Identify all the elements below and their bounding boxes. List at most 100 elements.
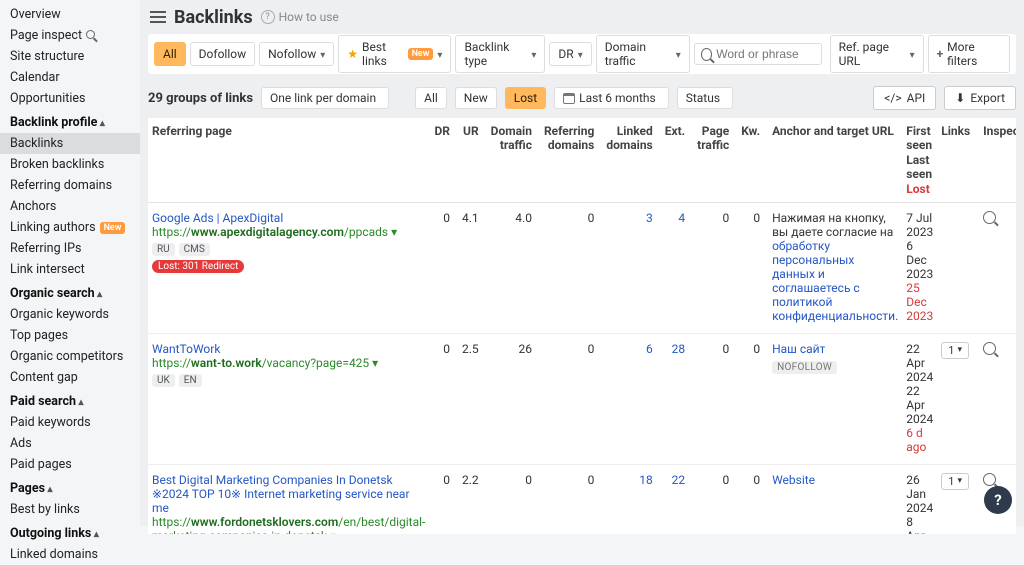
- filters-toolbar: All Dofollow Nofollow ★Best linksNew Bac…: [148, 34, 1016, 74]
- sidebar-item[interactable]: Backlinks: [0, 133, 140, 154]
- count-link[interactable]: 4: [678, 211, 685, 225]
- more-filters[interactable]: +More filters: [928, 35, 1010, 73]
- links-dropdown[interactable]: 1 ▾: [941, 342, 969, 359]
- anchor-text[interactable]: обработку персональных данных и соглашае…: [772, 239, 898, 323]
- col-ur[interactable]: UR: [458, 118, 487, 202]
- sidebar-item[interactable]: Opportunities: [0, 88, 140, 109]
- filter-ref-page-url[interactable]: Ref. page URL: [830, 35, 924, 73]
- ref-page-url[interactable]: https://www.apexdigitalagency.com/ppcads…: [152, 225, 425, 239]
- col-ext[interactable]: Ext.: [661, 118, 693, 202]
- keyword-search[interactable]: [694, 43, 822, 65]
- last-seen: 22 Apr 2024: [906, 384, 933, 426]
- count-link[interactable]: 3: [646, 211, 653, 225]
- sidebar-item[interactable]: Site structure: [0, 46, 140, 67]
- first-seen: 22 Apr 2024: [906, 342, 933, 384]
- page-title: Backlinks: [174, 7, 253, 28]
- col-referring-page[interactable]: Referring page: [148, 118, 429, 202]
- page-header: Backlinks ? How to use: [140, 0, 1024, 34]
- col-anchor[interactable]: Anchor and target URL: [768, 118, 902, 202]
- col-page-traffic[interactable]: Page traffic: [693, 118, 737, 202]
- status-dropdown[interactable]: Status: [677, 87, 733, 109]
- hamburger-icon[interactable]: [150, 11, 166, 23]
- ref-page-title[interactable]: Best Digital Marketing Companies In Done…: [152, 473, 425, 515]
- sidebar-heading[interactable]: Pages: [0, 475, 140, 499]
- sidebar-item[interactable]: Linking authorsNew: [0, 217, 140, 238]
- sidebar-item[interactable]: Organic keywords: [0, 304, 140, 325]
- col-links[interactable]: Links: [937, 118, 979, 202]
- export-button[interactable]: ⬇Export: [944, 86, 1016, 110]
- subtoolbar: 29 groups of links One link per domain A…: [148, 82, 1016, 114]
- sidebar-item[interactable]: Content gap: [0, 367, 140, 388]
- new-badge: New: [100, 222, 126, 234]
- sidebar-item[interactable]: Linked domains: [0, 544, 140, 565]
- first-seen: 7 Jul 2023: [906, 211, 933, 239]
- filter-nofollow[interactable]: Nofollow: [259, 42, 334, 66]
- lost-date: 6 d ago: [906, 426, 933, 454]
- anchor-text[interactable]: Наш сайт: [772, 342, 825, 356]
- lost-reason-tag: Lost: 301 Redirect: [152, 260, 244, 273]
- search-input[interactable]: [716, 47, 814, 61]
- tab-new[interactable]: New: [455, 87, 497, 109]
- col-kw[interactable]: Kw.: [737, 118, 768, 202]
- filter-all[interactable]: All: [154, 42, 186, 66]
- sidebar-heading[interactable]: Outgoing links: [0, 520, 140, 544]
- how-to-use-link[interactable]: ? How to use: [261, 10, 339, 24]
- filter-domain-traffic[interactable]: Domain traffic: [596, 35, 690, 73]
- nofollow-tag: NOFOLLOW: [772, 361, 837, 374]
- sidebar-item[interactable]: Calendar: [0, 67, 140, 88]
- col-domain-traffic[interactable]: Domain traffic: [487, 118, 540, 202]
- links-dropdown[interactable]: 1 ▾: [941, 473, 969, 490]
- last-seen: 6 Dec 2023: [906, 239, 933, 281]
- sidebar-heading[interactable]: Paid search: [0, 388, 140, 412]
- backlinks-table: Referring page DR UR Domain traffic Refe…: [148, 118, 1016, 534]
- groups-count: 29 groups of links: [148, 91, 253, 106]
- last-seen: 8 Apr 2024: [906, 515, 933, 534]
- table-row: Best Digital Marketing Companies In Done…: [148, 464, 1016, 534]
- filter-dr[interactable]: DR: [549, 42, 591, 66]
- ref-page-title[interactable]: Google Ads | ApexDigital: [152, 211, 425, 225]
- locale-tag: RU: [152, 243, 175, 256]
- sidebar-item[interactable]: Anchors: [0, 196, 140, 217]
- count-link[interactable]: 28: [672, 342, 686, 356]
- ref-page-title[interactable]: WantToWork: [152, 342, 425, 356]
- filter-best-links[interactable]: ★Best linksNew: [338, 35, 451, 73]
- sidebar-item[interactable]: Referring domains: [0, 175, 140, 196]
- tab-all[interactable]: All: [415, 87, 447, 109]
- sidebar-heading[interactable]: Backlink profile: [0, 109, 140, 133]
- col-dr[interactable]: DR: [429, 118, 458, 202]
- sidebar-item[interactable]: Link intersect: [0, 259, 140, 280]
- ref-page-url[interactable]: https://www.fordonetsklovers.com/en/best…: [152, 515, 425, 534]
- api-button[interactable]: </>API: [873, 86, 936, 110]
- filter-backlink-type[interactable]: Backlink type: [455, 35, 545, 73]
- locale-tag: UK: [152, 374, 175, 387]
- inspect-icon[interactable]: [983, 342, 996, 355]
- sidebar-item[interactable]: Broken backlinks: [0, 154, 140, 175]
- help-fab[interactable]: ?: [984, 486, 1012, 514]
- sidebar-item[interactable]: Referring IPs: [0, 238, 140, 259]
- col-linked-domains[interactable]: Linked domains: [602, 118, 660, 202]
- grouping-dropdown[interactable]: One link per domain: [261, 87, 389, 109]
- count-link[interactable]: 22: [672, 473, 686, 487]
- sidebar-item[interactable]: Page inspect: [0, 25, 140, 46]
- count-link[interactable]: 18: [639, 473, 653, 487]
- col-ref-domains[interactable]: Referring domains: [540, 118, 602, 202]
- locale-tag: CMS: [179, 243, 210, 256]
- date-range[interactable]: Last 6 months: [554, 87, 669, 109]
- col-dates[interactable]: First seenLast seenLost: [902, 118, 937, 202]
- count-link[interactable]: 6: [646, 342, 653, 356]
- inspect-icon[interactable]: [983, 473, 996, 486]
- sidebar-item[interactable]: Paid pages: [0, 454, 140, 475]
- sidebar-item[interactable]: Top pages: [0, 325, 140, 346]
- anchor-text[interactable]: Website: [772, 473, 815, 487]
- sidebar-item[interactable]: Ads: [0, 433, 140, 454]
- ref-page-url[interactable]: https://want-to.work/vacancy?page=425 ▾: [152, 356, 425, 370]
- inspect-icon[interactable]: [983, 211, 996, 224]
- sidebar-item[interactable]: Overview: [0, 4, 140, 25]
- filter-dofollow[interactable]: Dofollow: [190, 42, 255, 66]
- sidebar-item[interactable]: Best by links: [0, 499, 140, 520]
- col-inspect[interactable]: Inspect: [979, 118, 1016, 202]
- sidebar-heading[interactable]: Organic search: [0, 280, 140, 304]
- sidebar-item[interactable]: Paid keywords: [0, 412, 140, 433]
- sidebar-item[interactable]: Organic competitors: [0, 346, 140, 367]
- tab-lost[interactable]: Lost: [505, 87, 546, 109]
